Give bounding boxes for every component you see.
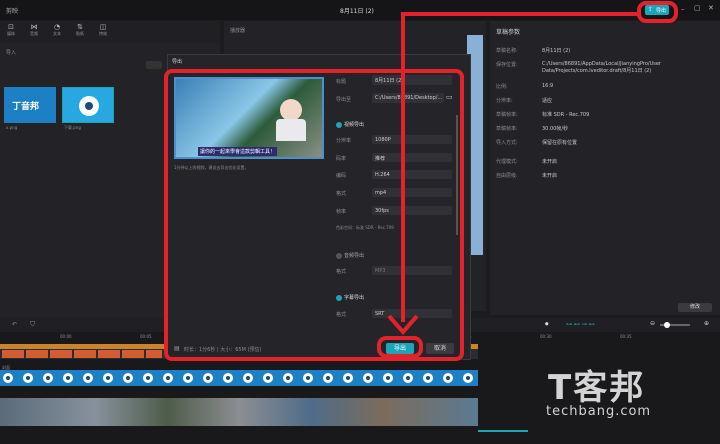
media-thumbnail-1[interactable]: 丁音邦 [4,87,56,123]
shield-icon[interactable]: ⛉ [30,320,35,329]
annotation-export-box [637,1,678,23]
draft-value: C:/Users/86891/AppData/Local/JianyingPro… [542,61,661,74]
microphone-icon[interactable]: ⏺ [545,320,549,329]
toolbar-effects[interactable]: ◫ 特效 [96,23,110,37]
media-file-name-1: x.png [6,125,18,130]
close-icon[interactable]: ✕ [708,4,714,12]
annotation-arrowhead [387,314,419,336]
watermark-logo: T客邦 [548,368,646,408]
title-bar: 剪映 8月11日 (2) ⇪ 导出 – ▢ ✕ [0,0,720,20]
dialog-title: 导出 [172,59,183,65]
draft-label: 比例: [496,84,508,90]
draft-label: 保存位置: [496,62,518,68]
draft-label: 自由层级: [496,173,518,179]
window-title: 8月11日 (2) [340,8,374,15]
draft-value: 未开启 [542,159,558,165]
draft-value: 适应 [542,98,553,104]
draft-title: 草稿参数 [496,29,521,36]
draft-label: 分辨率: [496,98,513,104]
zoom-in-icon[interactable]: ⊕ [704,320,709,327]
toolbar-sticker[interactable]: ⇅ 贴纸 [73,23,87,37]
video-track[interactable] [0,398,478,426]
zoom-slider[interactable] [660,322,690,328]
annotation-line-vertical [401,12,405,322]
timeline-scrollbar[interactable] [478,430,528,432]
toolbar-audio[interactable]: ⋈ 音频 [27,23,41,37]
media-thumbnail-2[interactable] [62,87,114,123]
timeline-tool-group[interactable]: ⊶ ⊷ ⊸ ⊷ [566,321,626,329]
draft-value: 未开启 [542,173,558,179]
view-toggle-icon[interactable] [146,61,162,69]
draft-edit-button[interactable]: 修改 [678,303,712,312]
maximize-icon[interactable]: ▢ [694,4,701,12]
minimize-icon[interactable]: – [681,5,685,13]
draft-value: 标准 SDR - Rec.709 [542,112,590,118]
draft-value: 8月11日 (2) [542,48,571,54]
draft-value: 16:9 [542,83,554,89]
draft-panel: 草稿参数 草稿名称: 8月11日 (2) 保存位置: C:/Users/8689… [490,21,720,315]
draft-value: 保留在原有位置 [542,140,578,146]
annotation-line-horizontal [401,12,641,16]
watermark-url: techbang.com [546,404,652,419]
toolbar-media[interactable]: ⊡ 媒体 [4,23,18,37]
annotation-export-button-box [377,336,423,358]
zoom-out-icon[interactable]: ⊖ [650,320,655,327]
draft-label: 导入方式: [496,140,518,146]
media-file-name-2: 下载.png [64,125,81,130]
sticker-track[interactable] [0,370,478,386]
draft-label: 草稿帧率: [496,112,518,118]
draft-label: 代理模式: [496,159,518,165]
draft-value: 30.00帧/秒 [542,126,568,132]
undo-icon[interactable]: ↶ [12,321,17,328]
import-label[interactable]: 导入 [6,49,16,56]
toolbar-text[interactable]: ◔ 文本 [50,23,64,37]
media-toolbar: ⊡ 媒体 ⋈ 音频 ◔ 文本 ⇅ 贴纸 ◫ 特效 [0,21,220,43]
draft-label: 草稿名称: [496,48,518,54]
draft-label: 草稿帧率: [496,126,518,132]
player-title: 播放器 [230,28,246,34]
app-name: 剪映 [6,8,19,15]
